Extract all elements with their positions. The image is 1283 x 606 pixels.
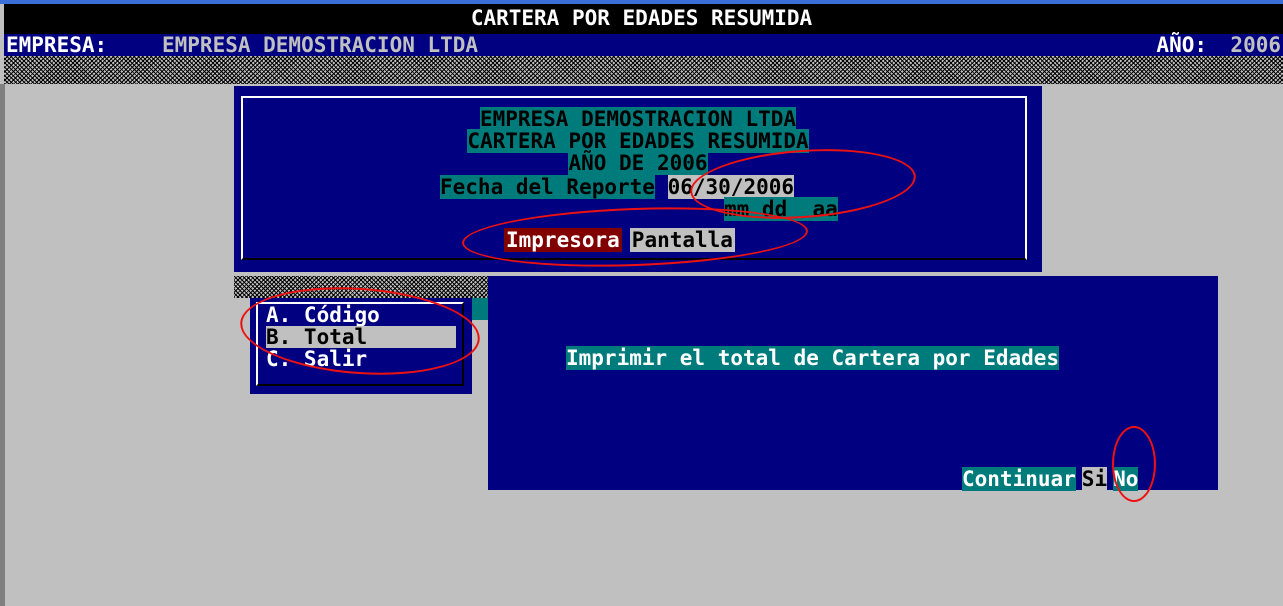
report-name: CARTERA POR EDADES RESUMIDA bbox=[467, 129, 809, 153]
report-date-label: Fecha del Reporte bbox=[440, 175, 655, 199]
report-year: AÑO DE 2006 bbox=[568, 151, 708, 175]
yes-option[interactable]: Si bbox=[1081, 467, 1108, 491]
company-line: EMPRESA: EMPRESA DEMOSTRACION LTDA AÑO: … bbox=[4, 34, 1283, 56]
company-name: EMPRESA DEMOSTRACION LTDA bbox=[162, 33, 479, 57]
hatched-divider bbox=[4, 56, 1283, 84]
print-prompt-panel: Imprimir el total de Cartera por Edades … bbox=[488, 276, 1218, 491]
year-label: AÑO: bbox=[1156, 33, 1207, 57]
annotation-ellipse-si bbox=[1112, 426, 1156, 502]
window-title: CARTERA POR EDADES RESUMIDA bbox=[470, 6, 813, 30]
company-label: EMPRESA: bbox=[6, 33, 108, 57]
year-value: 2006 bbox=[1230, 33, 1281, 57]
report-company: EMPRESA DEMOSTRACION LTDA bbox=[479, 107, 797, 131]
prompt-message: Imprimir el total de Cartera por Edades bbox=[566, 346, 1060, 370]
left-edge bbox=[0, 84, 5, 606]
menu-accent bbox=[472, 298, 488, 320]
continue-label: Continuar bbox=[962, 467, 1076, 491]
